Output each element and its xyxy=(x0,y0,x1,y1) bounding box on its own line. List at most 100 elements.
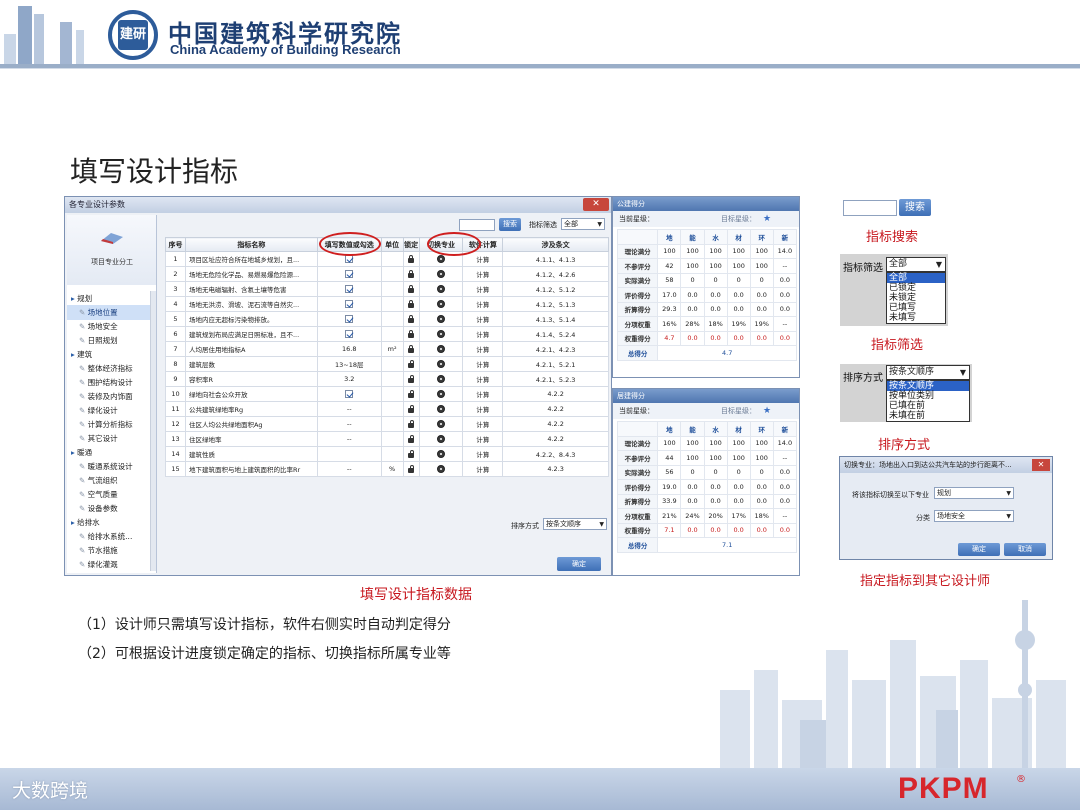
switch-specialty-cell[interactable] xyxy=(418,431,464,447)
switch-specialty-icon[interactable] xyxy=(436,360,445,368)
switch-specialty-cell[interactable] xyxy=(418,446,464,462)
switch-specialty-icon[interactable] xyxy=(436,450,445,458)
sidebar-item[interactable]: ✎ 其它设计 xyxy=(67,431,155,446)
dropdown-option[interactable]: 已填写 xyxy=(887,303,945,313)
sidebar-item[interactable]: ✎ 围护结构设计 xyxy=(67,375,155,390)
table-row[interactable]: 4 场地无洪涝、滑坡、泥石流等自然灾... 计算 4.1.2、5.1.3 xyxy=(165,296,609,312)
table-row[interactable]: 12 住区人均公共绿地面积Ag -- 计算 4.2.2 xyxy=(165,416,609,432)
dropdown-option[interactable]: 未填写 xyxy=(887,313,945,323)
indicator-value-cell[interactable] xyxy=(316,311,382,327)
table-row[interactable]: 14 建筑性质 计算 4.2.2、8.4.3 xyxy=(165,446,609,462)
software-calc-link[interactable]: 计算 xyxy=(462,371,504,387)
indicator-value-cell[interactable]: -- xyxy=(316,416,382,432)
switch-specialty-cell[interactable] xyxy=(418,416,464,432)
checkbox-checked[interactable] xyxy=(345,315,354,323)
dropdown-option[interactable]: 按单位类别 xyxy=(887,391,969,401)
software-calc-link[interactable]: 计算 xyxy=(462,296,504,312)
star-icon[interactable]: ★ xyxy=(763,403,771,419)
confirm-button[interactable]: 确定 xyxy=(557,557,601,571)
lock-cell[interactable] xyxy=(402,431,420,447)
lock-cell[interactable] xyxy=(402,416,420,432)
lock-cell[interactable] xyxy=(402,251,420,267)
sidebar-item[interactable]: ▸ 建筑 xyxy=(67,347,155,362)
table-row[interactable]: 1 项目区址应符合所在地城乡规划，且... 计算 4.1.1、4.1.3 xyxy=(165,251,609,267)
sidebar-item[interactable]: ✎ 场地位置 xyxy=(67,305,155,320)
dropdown-option[interactable]: 全部 xyxy=(887,273,945,283)
switch-specialty-icon[interactable] xyxy=(436,255,445,263)
software-calc-link[interactable]: 计算 xyxy=(462,461,504,477)
sidebar-item[interactable]: ✎ 设备参数 xyxy=(67,501,155,516)
software-calc-link[interactable]: 计算 xyxy=(462,326,504,342)
sidebar-item[interactable]: ✎ 节水措施 xyxy=(67,543,155,558)
switch-specialty-icon[interactable] xyxy=(436,315,445,323)
sidebar-item[interactable]: ✎ 整体经济指标 xyxy=(67,361,155,376)
indicator-value-cell[interactable]: -- xyxy=(316,431,382,447)
table-row[interactable]: 6 建筑规划布局应满足日照标准，且不... 计算 4.1.4、5.2.4 xyxy=(165,326,609,342)
checkbox-checked[interactable] xyxy=(345,255,354,263)
sidebar-item[interactable]: ▸ 规划 xyxy=(67,291,155,306)
lock-cell[interactable] xyxy=(402,401,420,417)
switch-specialty-cell[interactable] xyxy=(418,386,464,402)
close-icon[interactable]: ✕ xyxy=(1032,459,1050,471)
indicator-filter-select[interactable]: 全部 ▼ xyxy=(561,218,605,230)
indicator-value-cell[interactable]: 13~18层 xyxy=(316,356,382,372)
dialog-cancel-button[interactable]: 取消 xyxy=(1004,543,1046,556)
unlock-icon[interactable] xyxy=(408,420,415,428)
indicator-value-cell[interactable] xyxy=(316,266,382,282)
switch-specialty-icon[interactable] xyxy=(436,420,445,428)
switch-specialty-icon[interactable] xyxy=(436,435,445,443)
lock-cell[interactable] xyxy=(402,341,420,357)
sidebar-item[interactable]: ✎ 空气质量 xyxy=(67,487,155,502)
switch-specialty-icon[interactable] xyxy=(436,390,445,398)
software-calc-link[interactable]: 计算 xyxy=(462,386,504,402)
checkbox-checked[interactable] xyxy=(345,270,354,278)
unlock-icon[interactable] xyxy=(408,390,415,398)
demo-search-button[interactable]: 搜索 xyxy=(899,199,931,216)
lock-icon[interactable] xyxy=(408,315,415,323)
lock-cell[interactable] xyxy=(402,311,420,327)
switch-specialty-icon[interactable] xyxy=(436,285,445,293)
checkbox-checked[interactable] xyxy=(345,390,354,398)
lock-cell[interactable] xyxy=(402,386,420,402)
sidebar-scrollbar[interactable] xyxy=(150,291,156,571)
dialog-specialty-select[interactable]: 规划 ▼ xyxy=(934,487,1014,499)
table-row[interactable]: 7 人均居住用地指标A 16.8 m² 计算 4.2.1、4.2.3 xyxy=(165,341,609,357)
column-header[interactable]: 序号 xyxy=(165,237,186,252)
switch-specialty-cell[interactable] xyxy=(418,461,464,477)
sidebar-item[interactable]: ✎ 气流组织 xyxy=(67,473,155,488)
table-row[interactable]: 5 场地内应无超标污染物排放。 计算 4.1.3、5.1.4 xyxy=(165,311,609,327)
switch-specialty-cell[interactable] xyxy=(418,281,464,297)
sidebar-item[interactable]: ▸ 给排水 xyxy=(67,515,155,530)
dialog-category-select[interactable]: 场地安全 ▼ xyxy=(934,510,1014,522)
indicator-value-cell[interactable] xyxy=(316,386,382,402)
indicator-value-cell[interactable] xyxy=(316,281,382,297)
column-header[interactable]: 单位 xyxy=(380,237,404,252)
table-row[interactable]: 10 绿地向社会公众开放 计算 4.2.2 xyxy=(165,386,609,402)
lock-icon[interactable] xyxy=(408,330,415,338)
lock-icon[interactable] xyxy=(408,300,415,308)
switch-specialty-cell[interactable] xyxy=(418,356,464,372)
sidebar-item[interactable]: ▸ 暖通 xyxy=(67,445,155,460)
sidebar-item[interactable]: ✎ 给排水系统... xyxy=(67,529,155,544)
software-calc-link[interactable]: 计算 xyxy=(462,401,504,417)
sidebar-item[interactable]: ✎ 暖通系统设计 xyxy=(67,459,155,474)
lock-cell[interactable] xyxy=(402,266,420,282)
switch-specialty-icon[interactable] xyxy=(436,405,445,413)
switch-specialty-cell[interactable] xyxy=(418,401,464,417)
switch-specialty-icon[interactable] xyxy=(436,330,445,338)
table-row[interactable]: 8 建筑层数 13~18层 计算 4.2.1、5.2.1 xyxy=(165,356,609,372)
checkbox-checked[interactable] xyxy=(345,300,354,308)
lock-icon[interactable] xyxy=(408,285,415,293)
software-calc-link[interactable]: 计算 xyxy=(462,266,504,282)
indicator-value-cell[interactable] xyxy=(316,326,382,342)
table-row[interactable]: 2 场地无危险化学品、易燃易爆危险源... 计算 4.1.2、4.2.6 xyxy=(165,266,609,282)
demo-search-input[interactable] xyxy=(843,200,897,216)
switch-specialty-cell[interactable] xyxy=(418,341,464,357)
close-icon[interactable]: ✕ xyxy=(583,198,609,211)
table-row[interactable]: 15 地下建筑面积与地上建筑面积的比率Rr --% 计算 4.2.3 xyxy=(165,461,609,477)
demo-filter-select[interactable]: 全部 ▼ xyxy=(886,257,946,272)
column-header[interactable]: 指标名称 xyxy=(184,237,318,252)
lock-icon[interactable] xyxy=(408,255,415,263)
star-icon[interactable]: ★ xyxy=(763,211,771,227)
software-calc-link[interactable]: 计算 xyxy=(462,431,504,447)
